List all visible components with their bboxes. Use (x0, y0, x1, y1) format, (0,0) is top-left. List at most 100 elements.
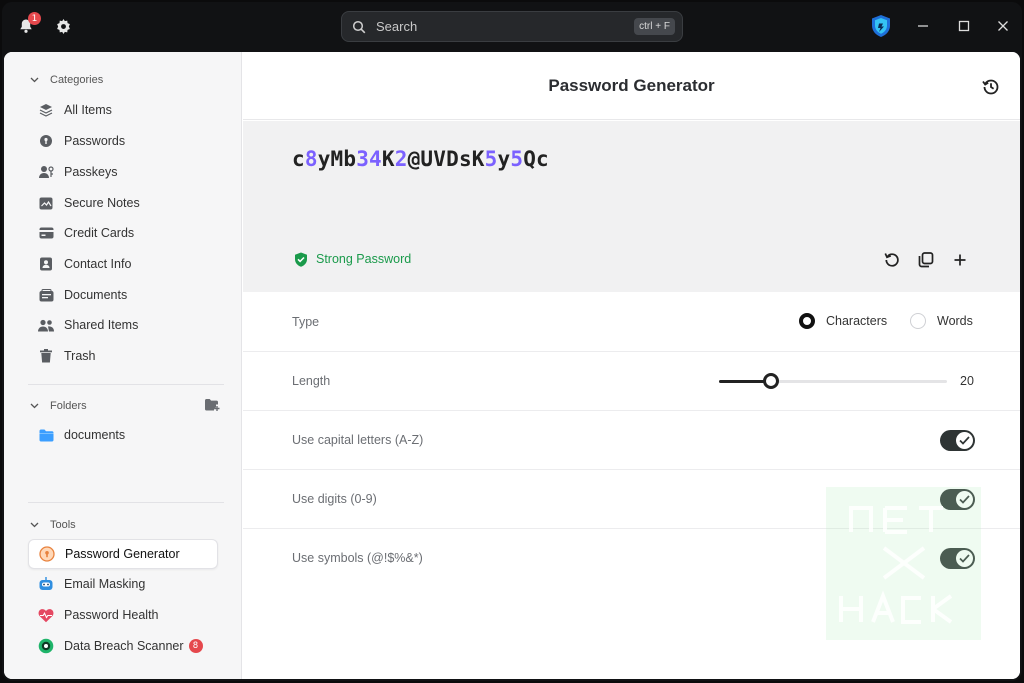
credit-card-icon (38, 225, 54, 241)
chevron-down-icon (30, 400, 40, 412)
page-header: Password Generator (243, 52, 1020, 120)
password-digit-segment: 8 (304, 147, 318, 171)
type-option-words[interactable]: Words (910, 313, 973, 329)
password-char-segment: yMb (317, 147, 357, 171)
password-strength-indicator: Strong Password (294, 252, 412, 267)
tool-password-health[interactable]: Password Health (28, 601, 218, 629)
sidebar: Categories All Items Passwords Passkeys … (4, 52, 242, 679)
sidebar-item-label: Passwords (64, 134, 126, 148)
password-char-segment: Qc (523, 147, 549, 171)
categories-header[interactable]: Categories (30, 74, 103, 86)
sidebar-item-label: All Items (64, 103, 112, 117)
layers-icon (38, 102, 54, 118)
sidebar-item-label: documents (64, 428, 126, 442)
regenerate-button[interactable] (881, 249, 903, 271)
password-char-segment: K (381, 147, 395, 171)
radio-label: Words (937, 314, 973, 328)
sidebar-item-secure-notes[interactable]: Secure Notes (28, 189, 218, 217)
search-shortcut-hint: ctrl + F (634, 18, 675, 35)
breach-scanner-icon (38, 638, 54, 654)
folders-label: Folders (50, 400, 87, 412)
notification-count-badge: 1 (28, 12, 41, 25)
length-slider[interactable] (719, 373, 947, 389)
sidebar-item-all-items[interactable]: All Items (28, 96, 218, 124)
sidebar-divider (28, 384, 224, 385)
notifications-bell-icon[interactable]: 1 (16, 12, 41, 36)
sidebar-item-label: Trash (64, 349, 96, 363)
breach-count-badge: 8 (188, 639, 203, 653)
sidebar-item-shared-items[interactable]: Shared Items (28, 311, 218, 339)
sidebar-item-credit-cards[interactable]: Credit Cards (28, 219, 218, 247)
folders-header[interactable]: Folders (30, 400, 220, 412)
sidebar-item-passwords[interactable]: Passwords (28, 127, 218, 155)
search-bar[interactable]: Search ctrl + F (341, 11, 683, 42)
password-digit-segment: 5 (484, 147, 498, 171)
chevron-down-icon (30, 74, 40, 86)
sidebar-item-contact-info[interactable]: Contact Info (28, 250, 218, 278)
tool-password-generator[interactable]: Password Generator (28, 539, 218, 569)
sidebar-item-label: Secure Notes (64, 196, 140, 210)
sidebar-item-label: Passkeys (64, 165, 118, 179)
option-label: Use symbols (@!$%&*) (292, 551, 423, 565)
type-option-characters[interactable]: Characters (799, 313, 887, 329)
passkey-icon (38, 164, 54, 180)
search-icon (352, 19, 368, 35)
folder-item-documents[interactable]: documents (28, 421, 218, 449)
sidebar-item-trash[interactable]: Trash (28, 342, 218, 370)
history-icon[interactable] (980, 76, 1002, 98)
option-label: Use capital letters (A-Z) (292, 433, 424, 447)
sidebar-item-label: Email Masking (64, 577, 146, 591)
sidebar-item-label: Password Health (64, 608, 159, 622)
copy-button[interactable] (915, 249, 937, 271)
type-label: Type (292, 315, 320, 329)
radio-unselected[interactable] (910, 313, 926, 329)
settings-gear-icon[interactable] (53, 16, 73, 36)
people-icon (38, 317, 54, 333)
slider-knob[interactable] (763, 373, 779, 389)
shield-check-icon (294, 252, 308, 267)
key-icon (38, 133, 54, 149)
folder-icon (38, 427, 54, 443)
chevron-down-icon (30, 519, 40, 531)
password-char-segment: y (497, 147, 511, 171)
sidebar-divider (28, 502, 224, 503)
tool-data-breach-scanner[interactable]: Data Breach Scanner 8 (28, 632, 218, 660)
sidebar-item-passkeys[interactable]: Passkeys (28, 158, 218, 186)
password-display-panel: c8yMb34K2@UVDsK5y5Qc Strong Password (243, 121, 1020, 292)
password-digit-segment: 5 (510, 147, 524, 171)
tools-header[interactable]: Tools (30, 519, 76, 531)
radio-label: Characters (826, 314, 888, 328)
sidebar-item-label: Documents (64, 288, 128, 302)
vpn-shield-icon[interactable] (869, 14, 893, 38)
heart-pulse-icon (38, 607, 54, 623)
documents-icon (38, 287, 54, 303)
sidebar-item-label: Password Generator (65, 547, 180, 561)
minimize-button[interactable] (913, 16, 933, 36)
password-char-segment: @UVDsK (407, 147, 485, 171)
note-icon (38, 195, 54, 211)
generated-password[interactable]: c8yMb34K2@UVDsK5y5Qc (292, 147, 549, 171)
maximize-button[interactable] (954, 16, 974, 36)
contact-icon (38, 256, 54, 272)
password-generator-icon (39, 546, 55, 562)
password-char-segment: c (292, 147, 305, 171)
option-row-capitals: Use capital letters (A-Z) (243, 411, 1020, 470)
check-icon (956, 432, 973, 449)
close-button[interactable] (993, 16, 1013, 36)
option-label: Use digits (0-9) (292, 492, 377, 506)
search-placeholder: Search (376, 19, 418, 34)
sidebar-item-documents[interactable]: Documents (28, 281, 218, 309)
radio-selected[interactable] (799, 313, 815, 329)
length-row: Length 20 (243, 352, 1020, 411)
type-row: Type Characters Words (243, 293, 1020, 352)
add-folder-icon[interactable] (204, 398, 220, 414)
tool-email-masking[interactable]: Email Masking (28, 570, 218, 598)
length-value: 20 (960, 374, 974, 388)
sidebar-item-label: Data Breach Scanner (64, 639, 184, 653)
watermark-logo (826, 487, 981, 640)
add-item-button[interactable] (949, 249, 971, 271)
sidebar-item-label: Shared Items (64, 318, 139, 332)
strength-label: Strong Password (316, 252, 412, 266)
capital-letters-toggle[interactable] (940, 430, 975, 451)
tools-label: Tools (50, 519, 76, 531)
